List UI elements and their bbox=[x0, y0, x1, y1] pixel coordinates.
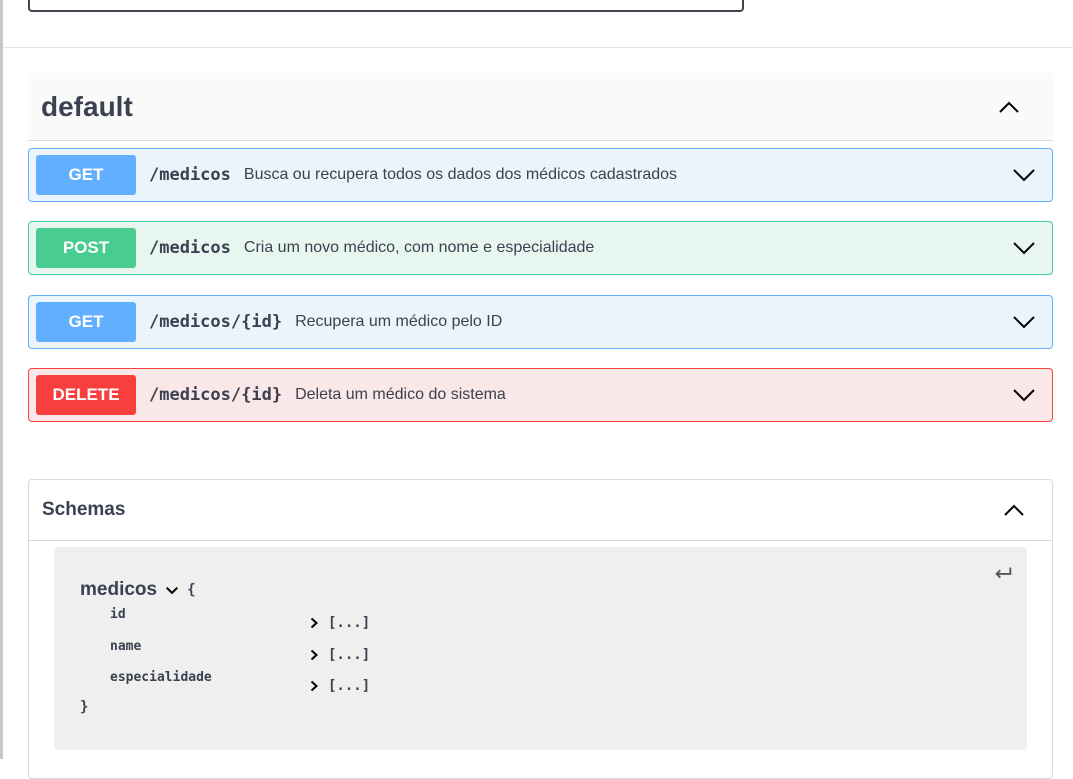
operation-post-medicos[interactable]: POST /medicos Cria um novo médico, com n… bbox=[28, 221, 1053, 275]
left-border bbox=[0, 0, 3, 759]
chevron-up-icon[interactable] bbox=[995, 93, 1023, 121]
collapsed-value: [...] bbox=[328, 678, 371, 694]
schemas-section: Schemas medicos { id [...] name [...] es… bbox=[28, 479, 1053, 779]
chevron-down-icon[interactable] bbox=[1012, 236, 1036, 260]
filter-input-partial[interactable] bbox=[28, 0, 744, 12]
chevron-down-icon[interactable] bbox=[165, 583, 179, 597]
property-value[interactable]: [...] bbox=[308, 615, 370, 631]
close-brace: } bbox=[80, 699, 89, 715]
operation-path: /medicos bbox=[149, 165, 231, 185]
operation-path: /medicos/{id} bbox=[149, 312, 283, 332]
model-name: medicos bbox=[80, 579, 158, 600]
chevron-right-icon[interactable] bbox=[308, 617, 320, 629]
collapsed-value: [...] bbox=[328, 647, 371, 663]
model-title[interactable]: medicos { bbox=[80, 579, 196, 601]
chevron-right-icon[interactable] bbox=[308, 649, 320, 661]
property-value[interactable]: [...] bbox=[308, 678, 370, 694]
model-container: medicos { id [...] name [...] especialid… bbox=[54, 547, 1027, 750]
property-value[interactable]: [...] bbox=[308, 647, 370, 663]
section-divider bbox=[3, 47, 1073, 48]
property-name: id bbox=[110, 607, 126, 622]
method-badge: DELETE bbox=[36, 375, 136, 415]
operation-path: /medicos bbox=[149, 238, 231, 258]
operation-get-medicos[interactable]: GET /medicos Busca ou recupera todos os … bbox=[28, 148, 1053, 202]
chevron-right-icon[interactable] bbox=[308, 680, 320, 692]
schemas-title: Schemas bbox=[42, 499, 126, 520]
chevron-down-icon[interactable] bbox=[1012, 383, 1036, 407]
operation-path: /medicos/{id} bbox=[149, 385, 283, 405]
schemas-header[interactable]: Schemas bbox=[29, 480, 1052, 541]
chevron-down-icon[interactable] bbox=[1012, 310, 1036, 334]
method-badge: POST bbox=[36, 228, 136, 268]
operation-summary: Deleta um médico do sistema bbox=[295, 386, 506, 403]
operation-summary: Cria um novo médico, com nome e especial… bbox=[243, 239, 595, 256]
method-badge: GET bbox=[36, 155, 136, 195]
chevron-up-icon[interactable] bbox=[1000, 496, 1028, 524]
operation-summary: Recupera um médico pelo ID bbox=[295, 313, 503, 330]
property-name: name bbox=[110, 639, 142, 654]
tag-section-header[interactable]: default bbox=[28, 73, 1053, 141]
property-name: especialidade bbox=[110, 670, 212, 685]
tag-title: default bbox=[41, 90, 133, 122]
operation-get-medico-by-id[interactable]: GET /medicos/{id} Recupera um médico pel… bbox=[28, 295, 1053, 349]
return-arrow-icon[interactable] bbox=[991, 561, 1015, 585]
method-badge: GET bbox=[36, 302, 136, 342]
open-brace: { bbox=[187, 582, 196, 598]
chevron-down-icon[interactable] bbox=[1012, 163, 1036, 187]
operation-delete-medico[interactable]: DELETE /medicos/{id} Deleta um médico do… bbox=[28, 368, 1053, 422]
operation-summary: Busca ou recupera todos os dados dos méd… bbox=[243, 166, 678, 183]
collapsed-value: [...] bbox=[328, 615, 371, 631]
